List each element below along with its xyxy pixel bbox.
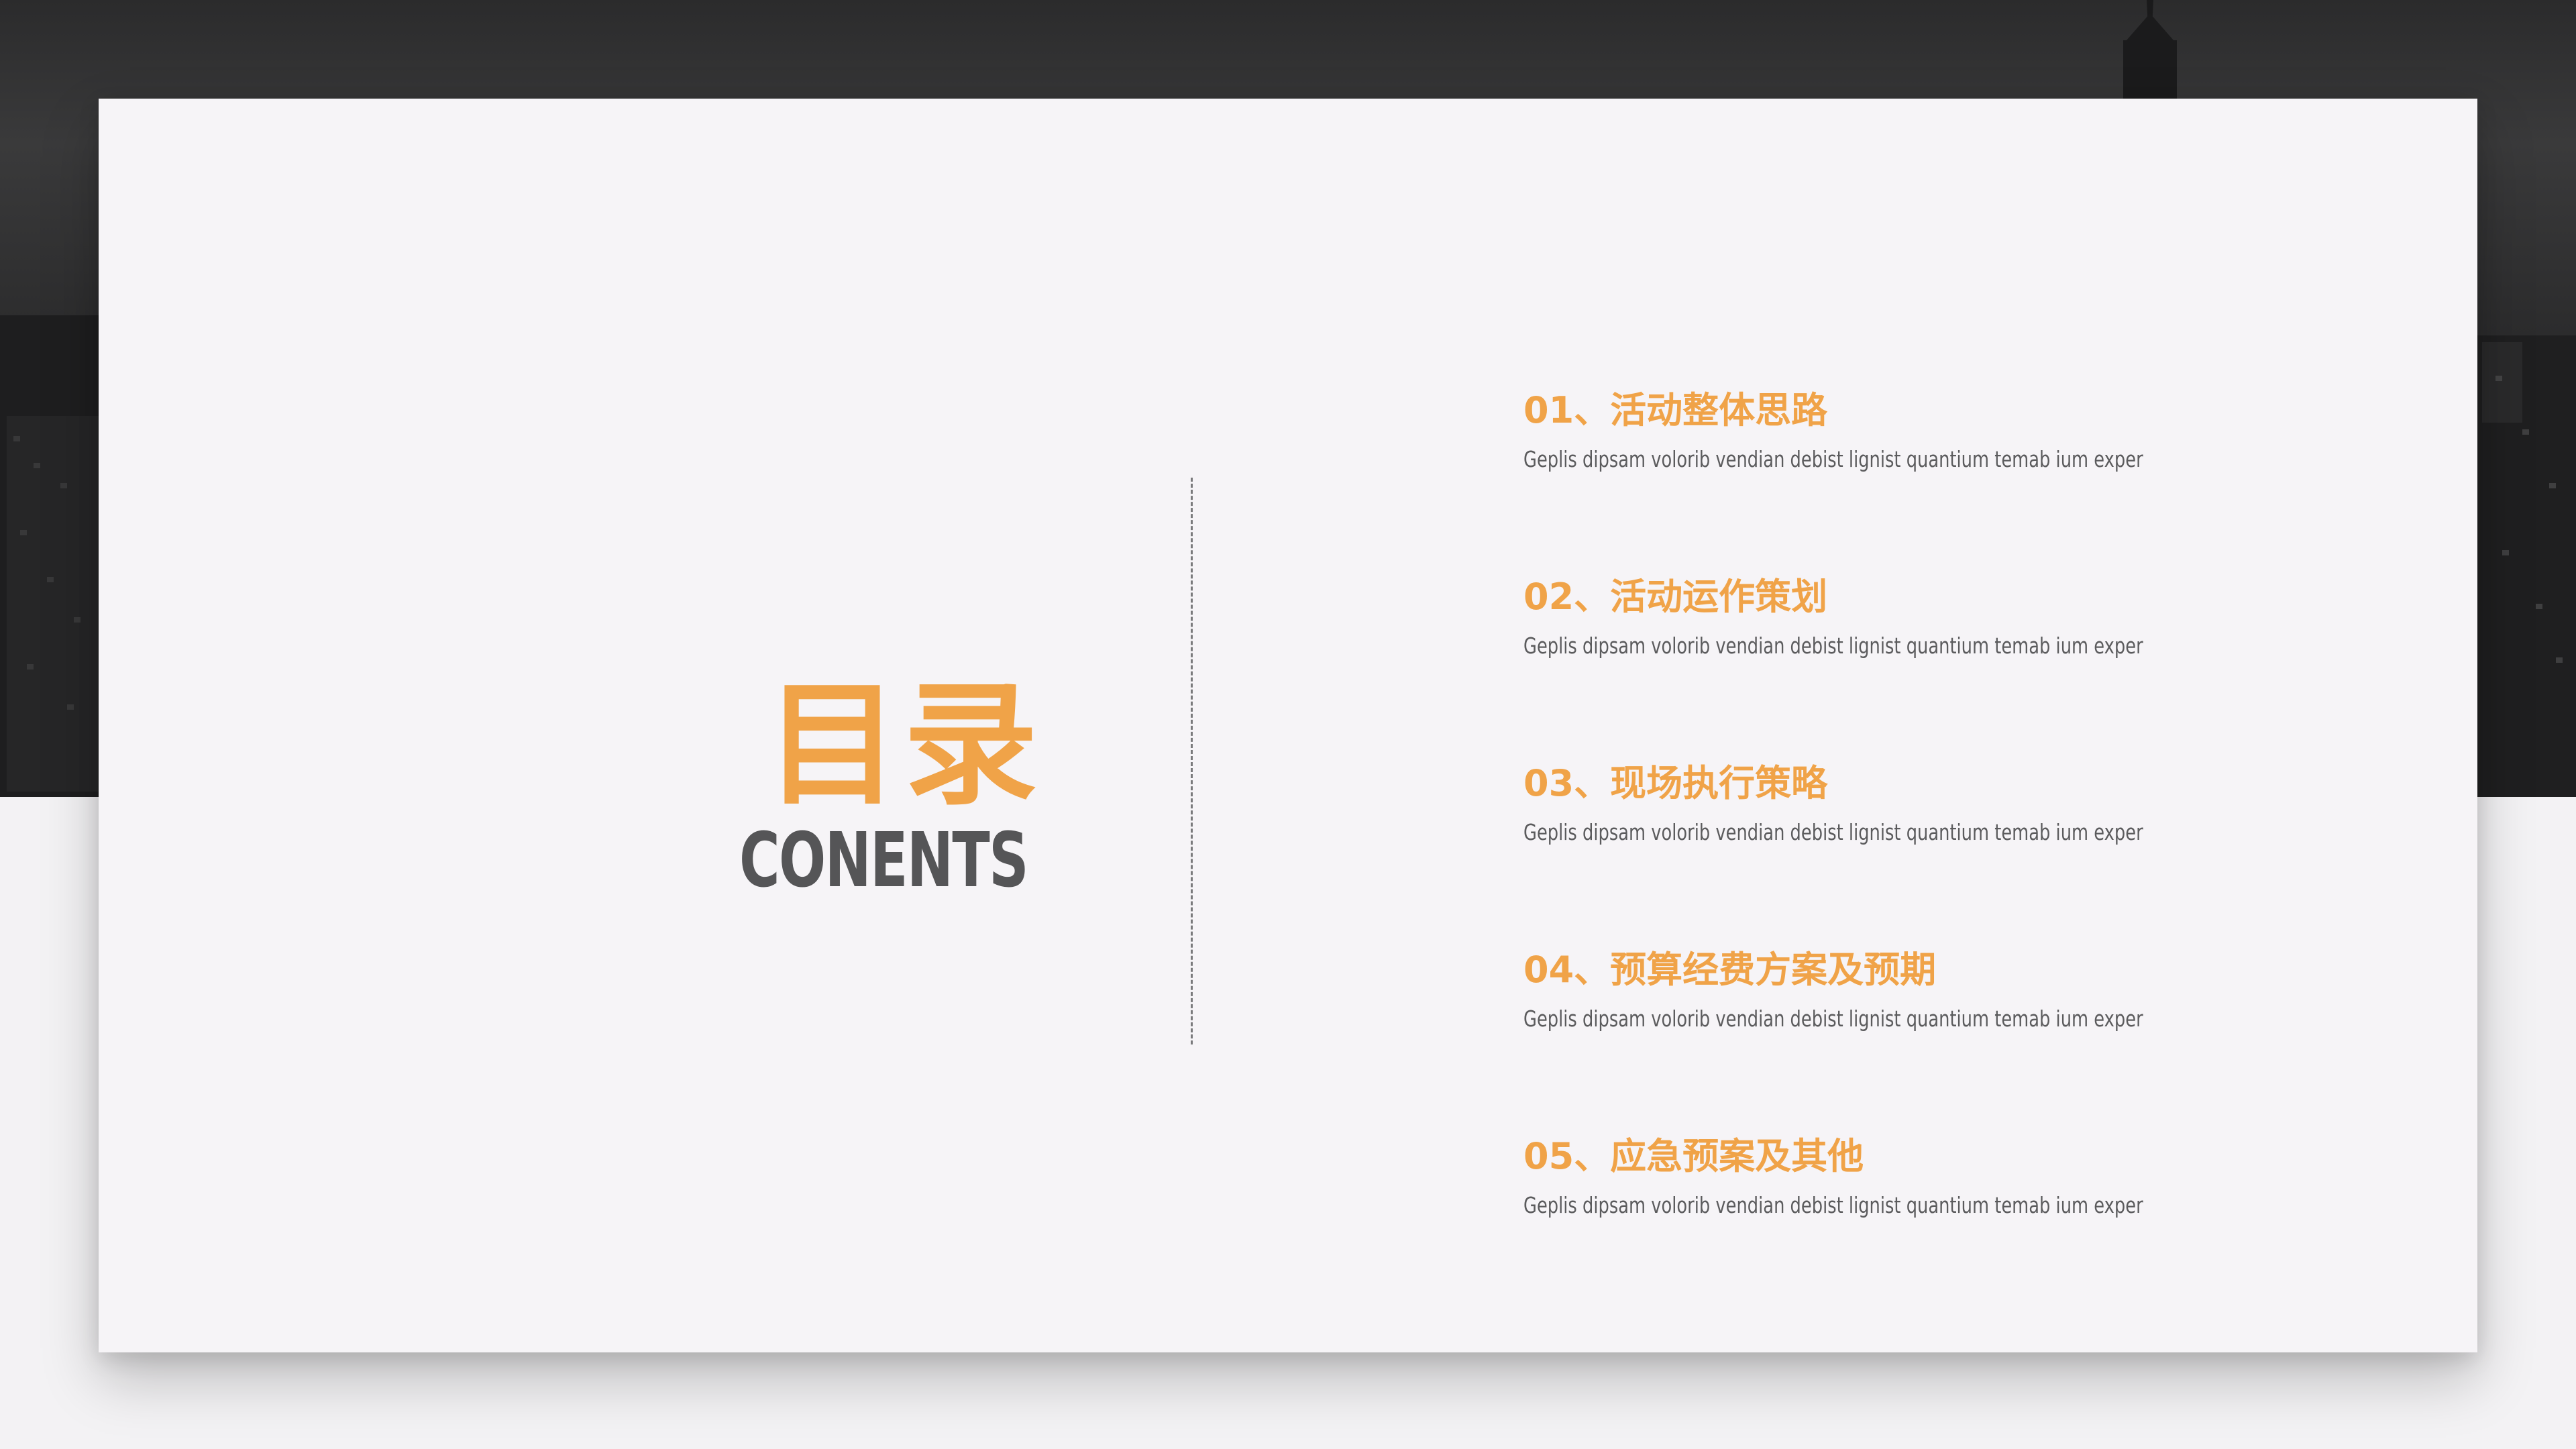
toc-item-description: Geplis dipsam volorib vendian debist lig… [1523, 1192, 2143, 1218]
page-title: 目录 [765, 667, 1042, 824]
toc-item-02[interactable]: 02、活动运作策划 Geplis dipsam volorib vendian … [1523, 574, 2396, 708]
toc-item-03[interactable]: 03、现场执行策略 Geplis dipsam volorib vendian … [1523, 760, 2396, 894]
toc-item-title: 02、活动运作策划 [1523, 576, 1828, 618]
toc-item-title: 03、现场执行策略 [1523, 762, 1828, 804]
vertical-divider [1191, 478, 1193, 1044]
toc-item-title: 04、预算经费方案及预期 [1523, 949, 1937, 991]
toc-item-05[interactable]: 05、应急预案及其他 Geplis dipsam volorib vendian… [1523, 1133, 2396, 1267]
toc-item-01[interactable]: 01、活动整体思路 Geplis dipsam volorib vendian … [1523, 387, 2396, 521]
toc-item-description: Geplis dipsam volorib vendian debist lig… [1523, 819, 2143, 845]
toc-item-description: Geplis dipsam volorib vendian debist lig… [1523, 633, 2143, 659]
content-card: 目录 CONENTS 01、活动整体思路 Geplis dipsam volor… [99, 99, 2477, 1352]
toc-item-description: Geplis dipsam volorib vendian debist lig… [1523, 1006, 2143, 1032]
toc-item-title: 01、活动整体思路 [1523, 389, 1828, 431]
title-block: 目录 CONENTS [702, 676, 1065, 904]
toc-item-title: 05、应急预案及其他 [1523, 1135, 1864, 1177]
toc-item-04[interactable]: 04、预算经费方案及预期 Geplis dipsam volorib vendi… [1523, 947, 2396, 1081]
page-subtitle: CONENTS [739, 817, 1029, 904]
slide: 目录 CONENTS 01、活动整体思路 Geplis dipsam volor… [0, 0, 2576, 1449]
toc-item-description: Geplis dipsam volorib vendian debist lig… [1523, 446, 2143, 472]
